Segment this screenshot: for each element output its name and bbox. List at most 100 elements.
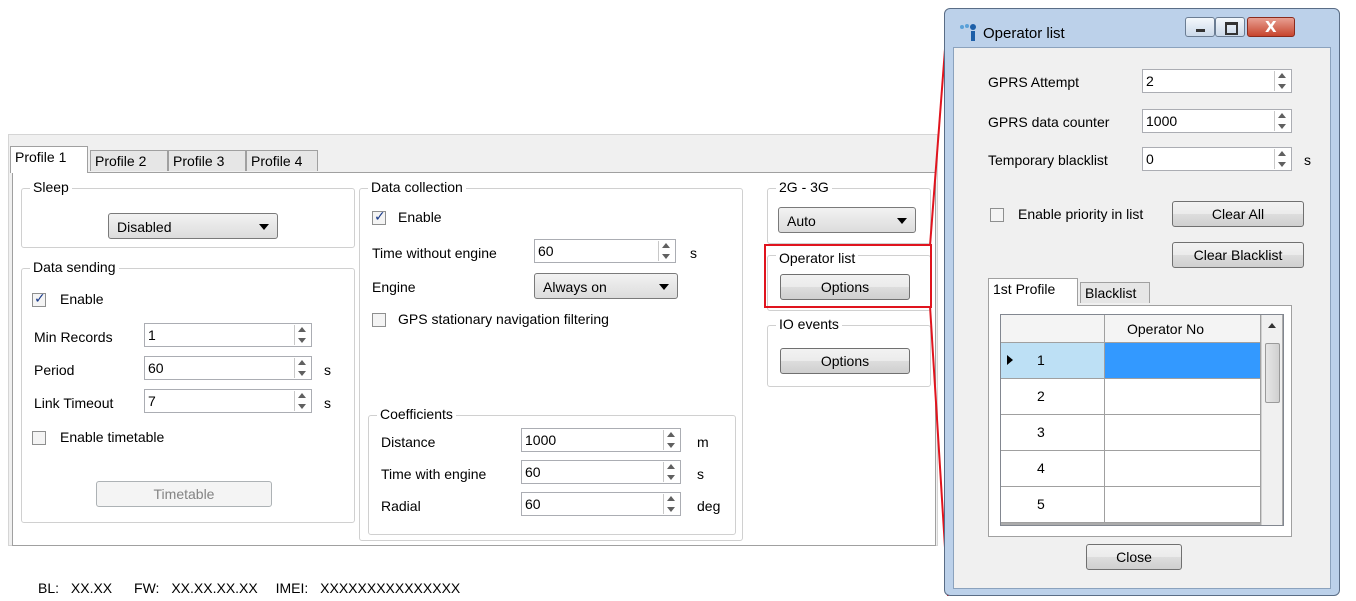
spin-arrows-icon[interactable] (294, 391, 310, 411)
distance-input[interactable]: 1000 (521, 428, 681, 452)
data-sending-enable-checkbox[interactable] (32, 291, 46, 307)
spin-arrows-icon[interactable] (1274, 111, 1290, 131)
gprs-attempt-value: 2 (1146, 73, 1154, 89)
time-with-engine-unit: s (697, 466, 704, 482)
fw-label: FW: (134, 580, 160, 596)
period-input[interactable]: 60 (144, 356, 312, 380)
sleep-mode-value: Disabled (117, 219, 172, 235)
min-records-input[interactable]: 1 (144, 323, 312, 347)
coefficients-group-title: Coefficients (377, 406, 456, 422)
temp-blacklist-input[interactable]: 0 (1142, 147, 1292, 171)
network-select[interactable]: Auto (778, 207, 916, 233)
min-records-value: 1 (148, 327, 156, 343)
data-collection-enable-label: Enable (398, 209, 442, 225)
gprs-counter-value: 1000 (1146, 113, 1178, 129)
io-events-group-title: IO events (776, 316, 842, 332)
tab-profile-4[interactable]: Profile 4 (246, 150, 318, 171)
time-with-engine-input[interactable]: 60 (521, 460, 681, 484)
data-sending-group: Data sending Enable Min Records 1 Period… (21, 259, 355, 523)
close-icon: X (1265, 18, 1277, 36)
radial-input[interactable]: 60 (521, 492, 681, 516)
grid-row-number: 2 (1037, 388, 1045, 404)
gprs-attempt-label: GPRS Attempt (988, 74, 1080, 90)
gprs-attempt-input[interactable]: 2 (1142, 69, 1292, 93)
sleep-mode-select[interactable]: Disabled (108, 213, 278, 239)
maximize-button[interactable] (1215, 17, 1245, 37)
engine-select[interactable]: Always on (534, 273, 678, 299)
time-without-engine-input[interactable]: 60 (534, 239, 676, 263)
time-with-engine-value: 60 (525, 464, 541, 480)
grid-column-header[interactable]: Operator No (1105, 315, 1261, 343)
operator-grid[interactable]: Operator No 1 2 3 4 5 (1000, 314, 1284, 526)
tab-blacklist[interactable]: Blacklist (1080, 282, 1150, 303)
tab-profile-2[interactable]: Profile 2 (90, 150, 168, 171)
tab-1st-profile[interactable]: 1st Profile (988, 278, 1078, 306)
grid-row-header[interactable]: 5 (1001, 487, 1105, 523)
spin-arrows-icon[interactable] (663, 462, 679, 482)
spin-arrows-icon[interactable] (1274, 149, 1290, 169)
spin-arrows-icon[interactable] (294, 358, 310, 378)
grid-corner-header (1001, 315, 1105, 343)
chevron-down-icon (659, 284, 669, 290)
tab-profile-3[interactable]: Profile 3 (168, 150, 246, 171)
close-button[interactable]: Close (1086, 544, 1182, 570)
window-title: Operator list (983, 25, 1065, 42)
grid-cell-operator[interactable] (1105, 487, 1261, 523)
radial-value: 60 (525, 496, 541, 512)
network-value: Auto (787, 213, 816, 229)
gprs-counter-label: GPRS data counter (988, 114, 1110, 130)
row-pointer-icon (1007, 355, 1013, 365)
grid-cell-operator-selected[interactable] (1105, 343, 1261, 379)
scroll-up-icon[interactable] (1268, 323, 1276, 328)
clear-all-button[interactable]: Clear All (1172, 201, 1304, 227)
grid-row-header[interactable]: 3 (1001, 415, 1105, 451)
clear-blacklist-button[interactable]: Clear Blacklist (1172, 242, 1304, 268)
fw-value: XX.XX.XX.XX (171, 580, 258, 596)
grid-row-header[interactable]: 2 (1001, 379, 1105, 415)
link-timeout-input[interactable]: 7 (144, 389, 312, 413)
io-events-group: IO events Options (767, 316, 931, 387)
priority-checkbox[interactable] (990, 208, 1004, 222)
imei-value: XXXXXXXXXXXXXXX (320, 580, 461, 596)
imei-label: IMEI: (275, 580, 309, 596)
grid-row-header[interactable]: 4 (1001, 451, 1105, 487)
io-events-options-button[interactable]: Options (780, 348, 910, 374)
data-collection-enable-checkbox[interactable] (372, 209, 386, 225)
grid-cell-operator[interactable] (1105, 451, 1261, 487)
timetable-button[interactable]: Timetable (96, 481, 272, 507)
maximize-icon (1225, 22, 1238, 35)
enable-timetable-checkbox[interactable] (32, 431, 46, 445)
network-group: 2G - 3G Auto (767, 179, 931, 244)
gprs-counter-input[interactable]: 1000 (1142, 109, 1292, 133)
sleep-group-title: Sleep (30, 179, 72, 195)
tab-profile-1[interactable]: Profile 1 (10, 146, 88, 173)
link-timeout-label: Link Timeout (34, 395, 114, 411)
minimize-button[interactable] (1185, 17, 1215, 37)
gps-filter-checkbox[interactable] (372, 313, 386, 327)
grid-cell-operator[interactable] (1105, 415, 1261, 451)
close-window-button[interactable]: X (1247, 17, 1295, 37)
spin-arrows-icon[interactable] (658, 241, 674, 261)
bl-label: BL: (38, 580, 60, 596)
gps-filter-label: GPS stationary navigation filtering (398, 311, 609, 327)
profile-tabpage: Sleep Disabled Data sending Enable Min R… (12, 172, 936, 546)
grid-row-header[interactable]: 1 (1001, 343, 1105, 379)
grid-vertical-scrollbar[interactable] (1261, 315, 1282, 525)
status-bar: BL: XX.XX FW: XX.XX.XX.XX IMEI: XXXXXXXX… (38, 580, 460, 596)
engine-label: Engine (372, 279, 416, 295)
grid-cell-operator[interactable] (1105, 379, 1261, 415)
enable-timetable-label: Enable timetable (60, 429, 165, 445)
distance-value: 1000 (525, 432, 557, 448)
temp-blacklist-value: 0 (1146, 151, 1154, 167)
time-with-engine-label: Time with engine (381, 466, 487, 482)
spin-arrows-icon[interactable] (663, 430, 679, 450)
radial-unit: deg (697, 498, 721, 514)
temp-blacklist-unit: s (1304, 152, 1311, 168)
period-label: Period (34, 362, 75, 378)
spin-arrows-icon[interactable] (663, 494, 679, 514)
scrollbar-thumb[interactable] (1265, 343, 1280, 403)
distance-label: Distance (381, 434, 436, 450)
spin-arrows-icon[interactable] (294, 325, 310, 345)
spin-arrows-icon[interactable] (1274, 71, 1290, 91)
min-records-label: Min Records (34, 329, 113, 345)
